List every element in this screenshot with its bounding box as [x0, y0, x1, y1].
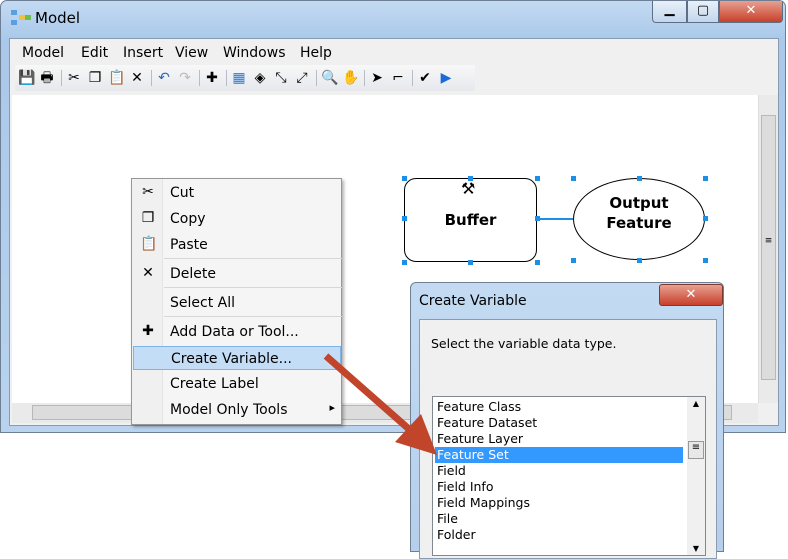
- annotation-arrow: [323, 353, 437, 455]
